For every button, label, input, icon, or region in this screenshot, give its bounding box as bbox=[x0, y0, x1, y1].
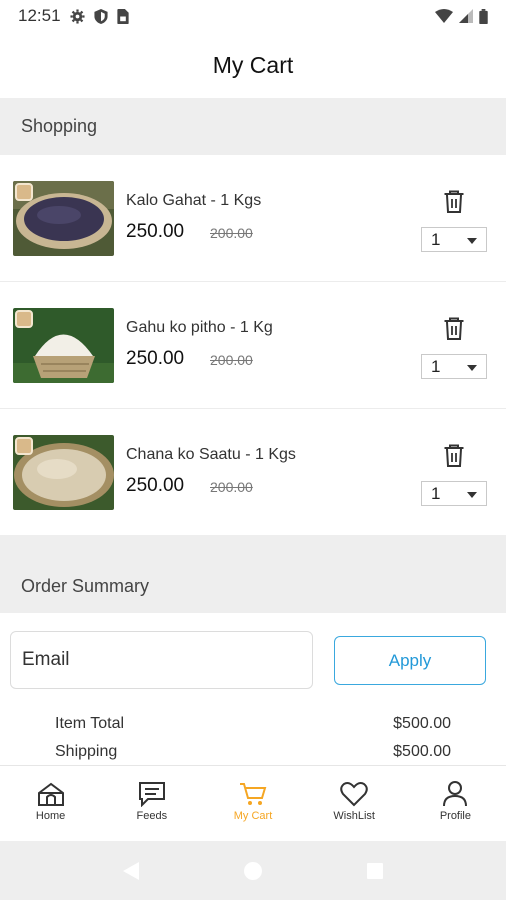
sim-card-icon bbox=[116, 8, 129, 24]
product-image-wheat-flour[interactable] bbox=[13, 308, 114, 383]
apply-button[interactable]: Apply bbox=[334, 636, 486, 685]
nav-label: My Cart bbox=[233, 810, 273, 822]
product-price: 250.00 bbox=[126, 348, 185, 369]
caret-down-icon bbox=[467, 492, 477, 498]
item-total-value: $500.00 bbox=[393, 715, 451, 732]
status-right bbox=[435, 8, 488, 24]
quantity-value: 1 bbox=[431, 484, 441, 503]
order-summary: Apply Item Total $500.00 Shipping $500.0… bbox=[0, 613, 506, 765]
nav-home[interactable]: Home bbox=[0, 766, 101, 841]
heart-icon bbox=[340, 782, 368, 807]
wifi-icon bbox=[435, 9, 453, 23]
back-triangle-icon[interactable] bbox=[122, 861, 140, 881]
cart-item: Gahu ko pitho - 1 Kg 250.00 200.00 1 bbox=[0, 282, 506, 409]
person-icon bbox=[443, 781, 468, 807]
quantity-value: 1 bbox=[431, 230, 441, 249]
quantity-value: 1 bbox=[431, 357, 441, 376]
quantity-select[interactable]: 1 bbox=[421, 481, 487, 506]
home-icon bbox=[37, 782, 64, 806]
nav-wishlist[interactable]: WishList bbox=[304, 766, 405, 841]
delete-button[interactable] bbox=[443, 317, 465, 341]
product-price: 250.00 bbox=[126, 475, 185, 496]
product-badge bbox=[15, 310, 33, 328]
recents-square-icon[interactable] bbox=[366, 862, 384, 880]
nav-my-cart[interactable]: My Cart bbox=[202, 766, 303, 841]
system-nav-bar bbox=[0, 841, 506, 900]
trash-icon bbox=[444, 444, 464, 467]
product-old-price: 200.00 bbox=[210, 352, 253, 368]
page-title: My Cart bbox=[212, 51, 294, 78]
nav-label: Profile bbox=[439, 810, 471, 822]
caret-down-icon bbox=[467, 238, 477, 244]
product-badge bbox=[15, 183, 33, 201]
nav-label: Home bbox=[35, 810, 66, 822]
shipping-value: $500.00 bbox=[393, 743, 451, 760]
email-field[interactable] bbox=[10, 631, 313, 689]
trash-icon bbox=[444, 190, 464, 213]
item-total-label: Item Total bbox=[55, 715, 125, 732]
nav-label: Feeds bbox=[136, 810, 168, 822]
product-old-price: 200.00 bbox=[210, 225, 253, 241]
caret-down-icon bbox=[467, 365, 477, 371]
home-circle-icon[interactable] bbox=[243, 861, 263, 881]
cart-item: Chana ko Saatu - 1 Kgs 250.00 200.00 1 bbox=[0, 409, 506, 536]
cart-item: Kalo Gahat - 1 Kgs 250.00 200.00 1 bbox=[0, 155, 506, 282]
nav-feeds[interactable]: Feeds bbox=[101, 766, 202, 841]
nav-label: WishList bbox=[333, 810, 375, 822]
shopping-section-header: Shopping bbox=[0, 98, 506, 155]
order-summary-header: Order Summary bbox=[0, 535, 506, 613]
delete-button[interactable] bbox=[443, 190, 465, 214]
quantity-select[interactable]: 1 bbox=[421, 354, 487, 379]
shipping-label: Shipping bbox=[55, 743, 118, 760]
cell-signal-icon bbox=[459, 9, 473, 23]
shield-icon bbox=[93, 8, 108, 24]
quantity-select[interactable]: 1 bbox=[421, 227, 487, 252]
status-left: 12:51 bbox=[18, 6, 129, 26]
product-image-chickpea-flour[interactable] bbox=[13, 435, 114, 510]
status-time: 12:51 bbox=[18, 6, 61, 25]
delete-button[interactable] bbox=[443, 444, 465, 468]
product-name: Kalo Gahat - 1 Kgs bbox=[126, 192, 262, 209]
product-name: Chana ko Saatu - 1 Kgs bbox=[126, 446, 296, 463]
status-bar: 12:51 bbox=[0, 0, 506, 32]
gear-icon bbox=[70, 8, 85, 24]
battery-icon bbox=[479, 8, 488, 24]
nav-profile[interactable]: Profile bbox=[405, 766, 506, 841]
product-image-black-lentils[interactable] bbox=[13, 181, 114, 256]
bottom-nav: Home Feeds My Cart WishList Profile bbox=[0, 765, 506, 841]
product-name: Gahu ko pitho - 1 Kg bbox=[126, 319, 273, 336]
chat-icon bbox=[138, 782, 165, 807]
cart-icon bbox=[240, 783, 267, 805]
product-price: 250.00 bbox=[126, 221, 185, 242]
product-badge bbox=[15, 437, 33, 455]
trash-icon bbox=[444, 317, 464, 340]
product-old-price: 200.00 bbox=[210, 479, 253, 495]
